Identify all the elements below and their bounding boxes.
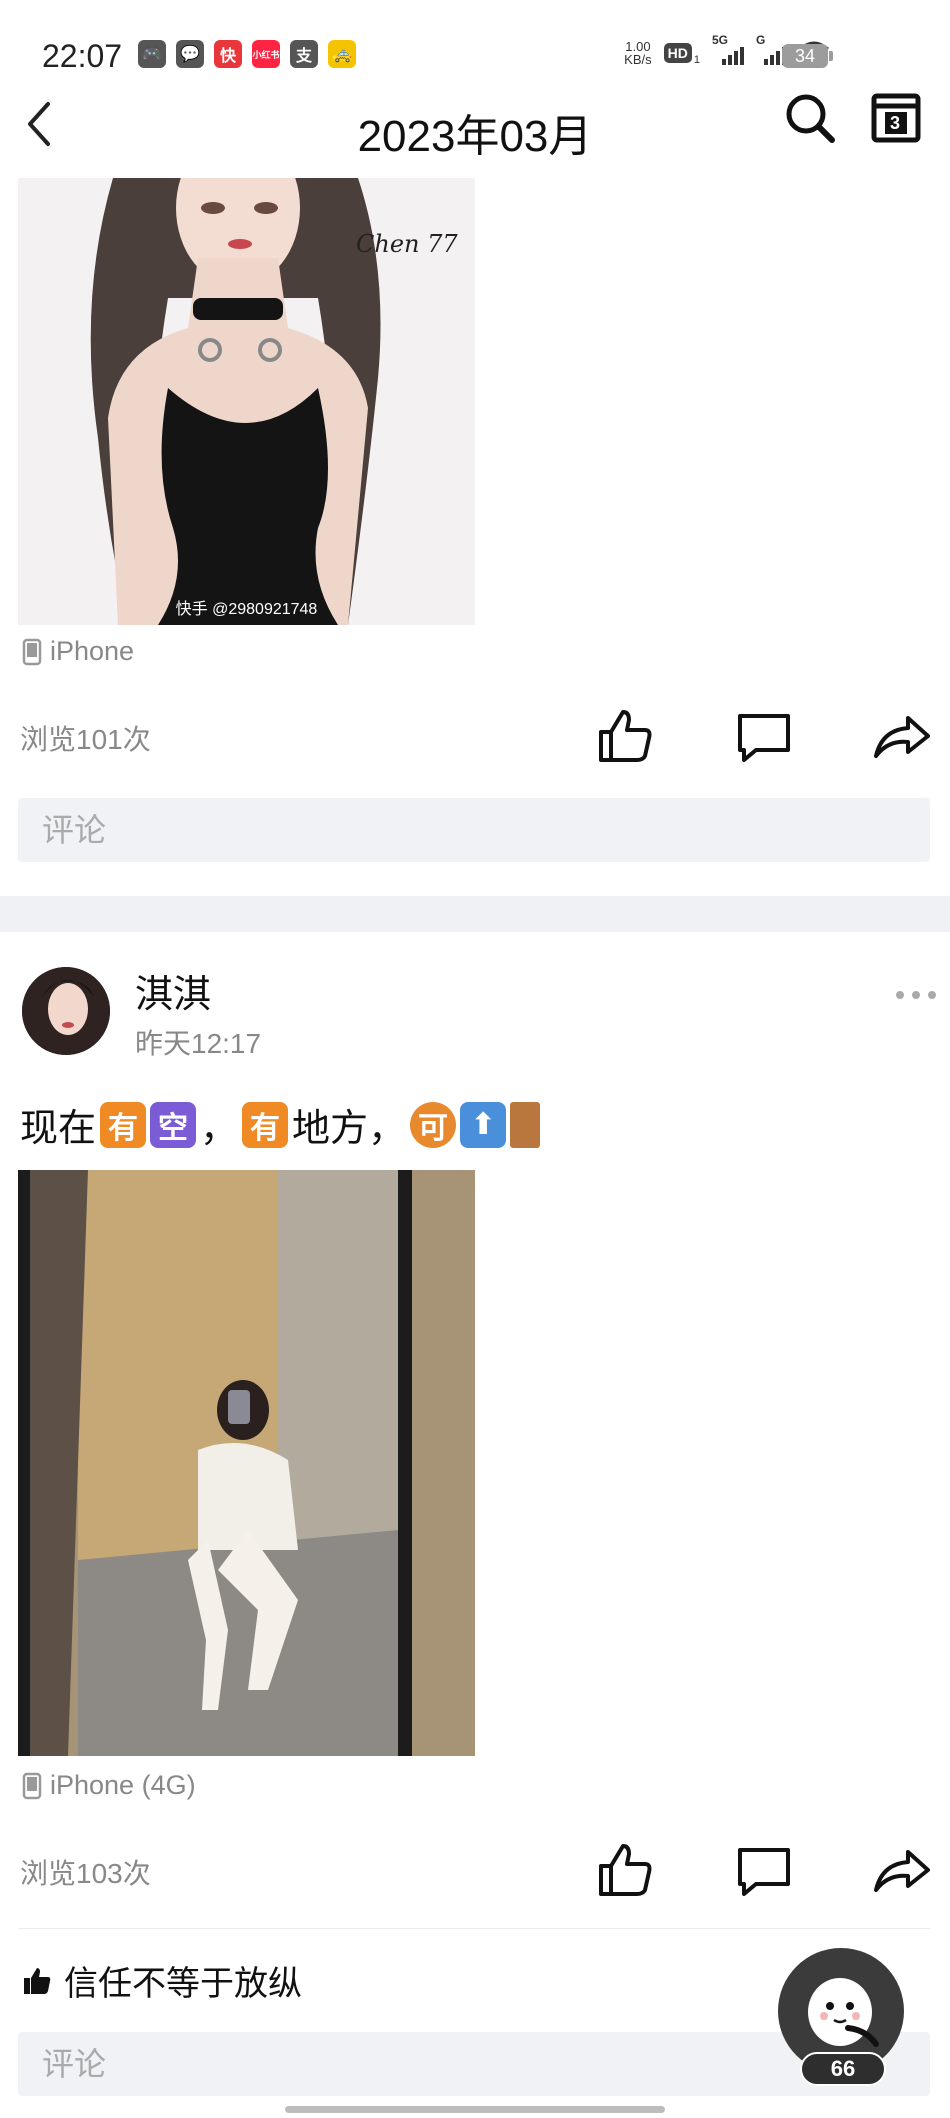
emoji-up-arrow: ⬆ [460,1101,507,1148]
net-speed: 1.00 KB/s [624,40,651,66]
emoji-door [510,1101,541,1148]
post-2-device: iPhone (4G) [22,1770,196,1801]
post-2-device-label: iPhone (4G) [50,1770,196,1800]
post-1-share-button[interactable] [872,706,932,766]
hd-badge: HD [663,43,692,63]
status-time: 22:07 [42,38,123,74]
hd-label: HD [667,45,688,61]
emoji-you: 有 [242,1101,289,1148]
post-2-likes: 信任不等于放纵 [22,1956,302,2005]
xiaohongshu-icon: 小红书 [252,40,280,68]
phone-icon [22,1772,42,1799]
likes-divider [18,1928,930,1929]
comment-icon [738,1848,790,1896]
post-1-comment-input[interactable]: 评论 [18,798,930,862]
post-2-views: 浏览103次 [20,1858,151,1889]
kuaishou-icon: 快 [214,40,242,68]
post-2-author[interactable]: 淇淇 [135,963,211,1018]
thumbs-up-filled-icon [24,1967,51,1994]
post-2-time: 昨天12:17 [135,1028,262,1059]
search-button[interactable] [782,90,842,150]
post-1-device: iPhone [22,636,134,667]
emoji-kong: 空 [150,1101,197,1148]
post-1-image[interactable]: Chen 77 快手 @2980921748 [18,178,475,625]
post-2-like-button[interactable] [595,1840,655,1900]
thumbs-up-icon [599,710,652,762]
calendar-glyph: 3 [890,113,901,133]
more-dot-icon [912,991,920,999]
thumbs-up-icon [599,1844,652,1896]
post-2-text: 现在 有 空 ， 有 地方， 可 ⬆ [20,1097,541,1152]
post-2-share-button[interactable] [872,1840,932,1900]
game-icon: 🎮 [138,40,166,68]
battery-level: 34 [794,46,816,66]
post-1-views: 浏览101次 [20,724,151,755]
avatar-image [22,967,110,1055]
signal-5g-label: 5G [712,33,729,47]
floating-badge: 66 [800,2052,886,2086]
post-divider [0,896,950,932]
alipay-icon: 支 [290,40,318,68]
post-1-like-button[interactable] [595,706,655,766]
signal-5g-icon: 5G [712,33,744,65]
status-app-icons: 🎮 💬 快 小红书 支 🚕 [138,40,356,68]
post-1-comment-button[interactable] [734,706,794,766]
post-2-comment-button[interactable] [734,1840,794,1900]
wechat-icon: 💬 [176,40,204,68]
post-text-segment: 现在 [20,1108,97,1150]
post-text-segment: 地方， [292,1108,407,1150]
avatar[interactable] [22,967,110,1055]
more-options-button[interactable] [896,980,936,1010]
share-icon [874,716,930,758]
liked-by-name[interactable]: 信任不等于放纵 [64,1956,302,2005]
share-icon [874,1850,930,1892]
battery-icon: 34 [782,44,833,68]
image-signature: Chen 77 [356,230,458,258]
emoji-ke: 可 [410,1101,457,1148]
taxi-icon: 🚕 [328,40,356,68]
hd-sub: 1 [693,54,700,66]
nav-bar: 2023年03月 3 [0,80,950,180]
net-speed-unit: KB/s [624,52,652,67]
comment-icon [738,714,790,762]
more-dot-icon [928,991,936,999]
calendar-button[interactable]: 3 [870,90,930,150]
image-watermark: 快手 @2980921748 [175,601,318,618]
search-icon [786,94,835,143]
post-1-device-label: iPhone [50,636,135,666]
emoji-you: 有 [100,1101,147,1148]
more-dot-icon [896,991,904,999]
post-text-segment: ， [200,1108,239,1150]
home-indicator[interactable] [285,2106,665,2113]
photo-image [18,1170,475,1756]
phone-icon [22,638,42,665]
signal-g-label: G [756,33,766,47]
post-2-image[interactable] [18,1170,475,1756]
